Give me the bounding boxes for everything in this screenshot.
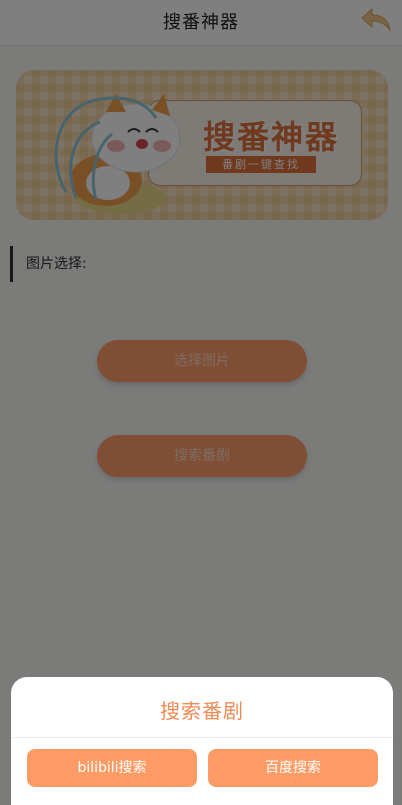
bilibili-search-button[interactable]: bilibili搜索 bbox=[27, 749, 197, 787]
search-action-sheet: 搜索番剧 bilibili搜索 百度搜索 bbox=[11, 677, 393, 805]
baidu-search-button[interactable]: 百度搜索 bbox=[208, 749, 378, 787]
sheet-title: 搜索番剧 bbox=[160, 699, 244, 723]
sheet-divider bbox=[11, 737, 393, 738]
